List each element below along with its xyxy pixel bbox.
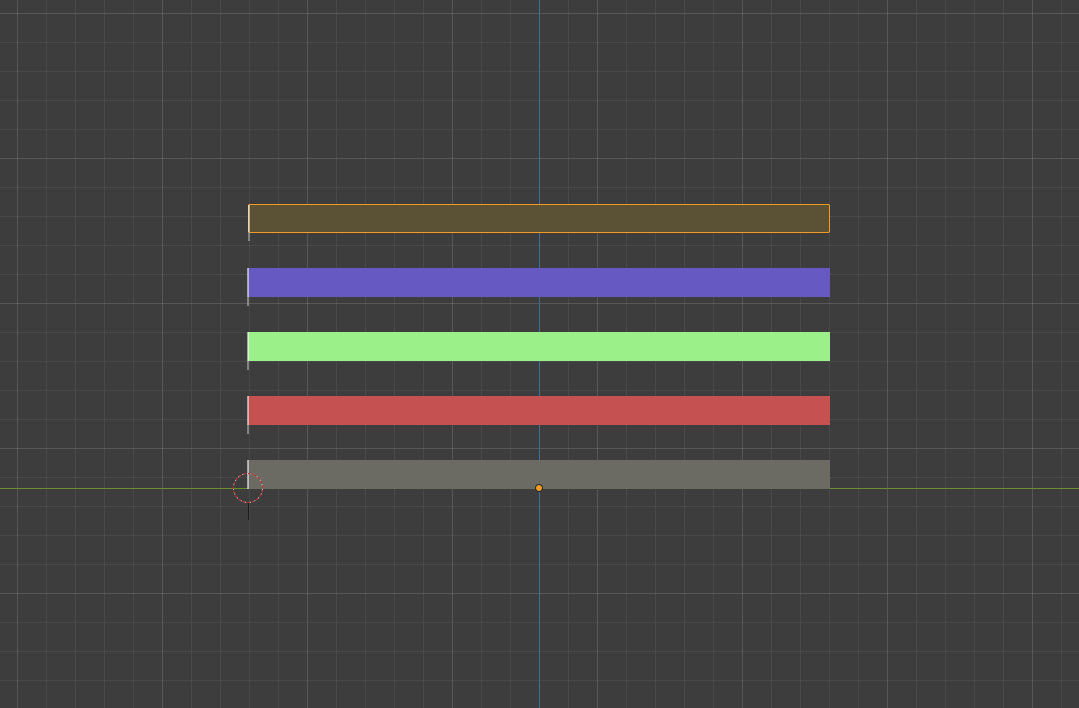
3d-cursor-icon[interactable] bbox=[233, 473, 263, 503]
strip-handle[interactable] bbox=[247, 268, 249, 297]
object-origin-dot[interactable] bbox=[536, 485, 542, 491]
strip-red[interactable] bbox=[247, 396, 830, 434]
strip-green[interactable] bbox=[247, 332, 830, 370]
strip-olive[interactable] bbox=[248, 204, 830, 241]
strip-tick bbox=[247, 361, 249, 370]
strip-blue[interactable] bbox=[247, 268, 830, 306]
strip-handle[interactable] bbox=[247, 396, 249, 425]
viewport[interactable] bbox=[0, 0, 1079, 708]
cursor-tick bbox=[248, 502, 249, 520]
strip-tick bbox=[247, 297, 249, 306]
strip-handle[interactable] bbox=[248, 205, 250, 232]
strip-tick bbox=[248, 232, 250, 241]
strip-tick bbox=[247, 425, 249, 434]
strip-handle[interactable] bbox=[247, 332, 249, 361]
